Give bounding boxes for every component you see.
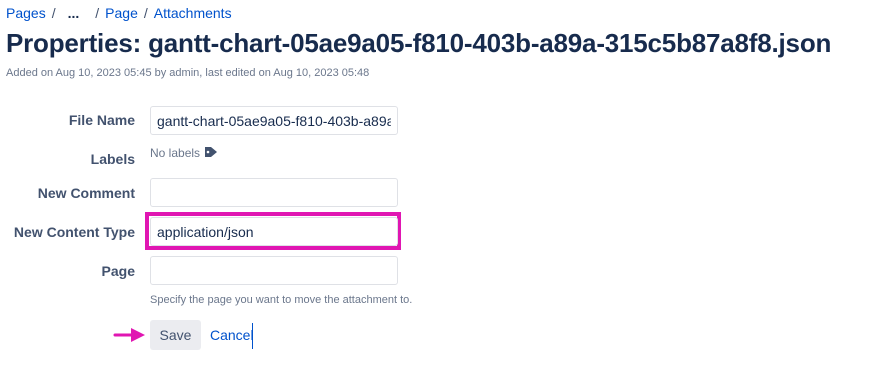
breadcrumb-separator: / xyxy=(143,5,148,21)
breadcrumb: Pages /... / Page / Attachments xyxy=(6,5,232,21)
labels-label: Labels xyxy=(90,151,135,167)
new-content-type-input[interactable] xyxy=(150,217,398,246)
page-label: Page xyxy=(101,263,135,279)
breadcrumb-separator: / xyxy=(95,5,100,21)
text-cursor xyxy=(252,323,253,349)
new-comment-label: New Comment xyxy=(37,185,135,201)
breadcrumb-separator: / xyxy=(51,5,56,21)
arrow-annotation-icon xyxy=(113,325,147,350)
breadcrumb-ellipsis[interactable]: ... xyxy=(68,5,80,21)
tag-icon xyxy=(204,146,218,161)
page-title: Properties: gantt-chart-05ae9a05-f810-40… xyxy=(6,28,832,58)
new-comment-input[interactable] xyxy=(150,178,398,207)
breadcrumb-page[interactable]: Page xyxy=(105,5,138,21)
cancel-button[interactable]: Cancel xyxy=(210,327,254,343)
no-labels[interactable]: No labels xyxy=(150,146,218,161)
file-name-label: File Name xyxy=(68,112,135,128)
no-labels-text: No labels xyxy=(150,146,201,160)
breadcrumb-pages[interactable]: Pages xyxy=(6,5,46,21)
save-button[interactable]: Save xyxy=(150,320,201,350)
file-name-input[interactable] xyxy=(150,106,398,135)
breadcrumb-attachments[interactable]: Attachments xyxy=(154,5,232,21)
new-content-type-label: New Content Type xyxy=(13,224,135,240)
page-hint: Specify the page you want to move the at… xyxy=(150,294,413,306)
attachment-meta: Added on Aug 10, 2023 05:45 by admin, la… xyxy=(6,67,370,79)
page-input[interactable] xyxy=(150,256,398,285)
